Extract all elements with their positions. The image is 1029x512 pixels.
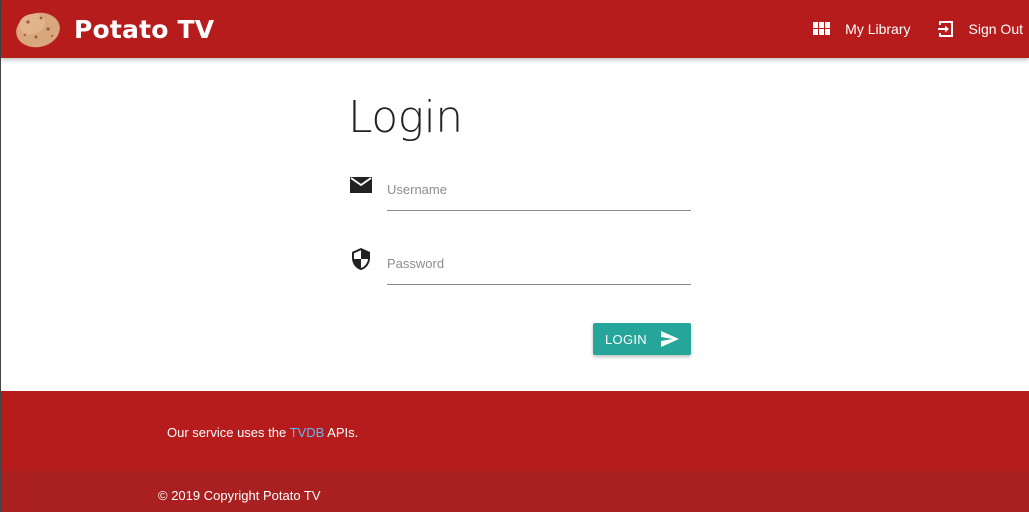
page-footer: Our service uses the TVDB APIs. © 2019 C… [1,391,1029,512]
exit-to-app-icon [937,21,953,37]
login-section: Login LOGIN [1,58,1029,391]
view-module-icon [813,22,831,35]
footer-copyright-bar: © 2019 Copyright Potato TV [1,471,1029,512]
send-icon [660,331,679,347]
username-field [349,165,691,215]
login-button-label: LOGIN [605,331,647,347]
nav-sign-out-label: Sign Out [968,21,1023,37]
nav-links: My Library Sign Out [813,0,1023,58]
nav-sign-out[interactable]: Sign Out [937,20,1023,38]
username-input[interactable] [387,165,691,211]
tvdb-link[interactable]: TVDB [290,425,325,440]
page-title: Login [348,92,463,143]
email-icon [350,177,372,193]
security-shield-icon [352,248,370,270]
password-input[interactable] [387,239,691,285]
nav-my-library[interactable]: My Library [813,20,911,38]
top-navbar: Potato TV My Library Sign Out [1,0,1029,58]
password-field [349,239,691,289]
copyright-text: © 2019 Copyright Potato TV [158,488,321,503]
brand-name: Potato TV [74,14,215,44]
nav-my-library-label: My Library [845,21,911,37]
footer-text-before: Our service uses the [167,425,290,440]
potato-logo-icon [16,12,60,48]
brand-logo-link[interactable]: Potato TV [14,6,214,52]
footer-credits: Our service uses the TVDB APIs. [167,425,358,440]
footer-text-after: APIs. [324,425,359,440]
login-button[interactable]: LOGIN [593,323,691,355]
